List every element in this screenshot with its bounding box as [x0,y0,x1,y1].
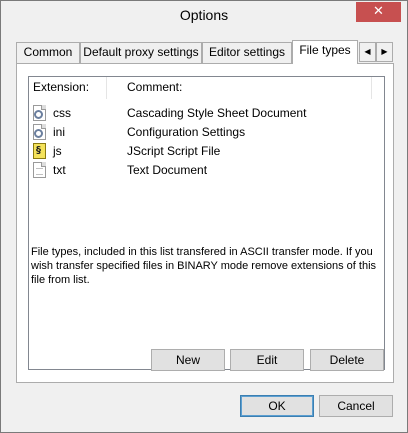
file-types-list[interactable]: Extension: Comment: css Cascading Style … [28,76,385,370]
column-header-comment[interactable]: Comment: [127,80,182,94]
window-title: Options [179,7,229,23]
column-header-extension[interactable]: Extension: [33,80,89,94]
comment-text: Text Document [127,163,208,177]
arrow-left-icon: ◀ [364,47,371,56]
jscript-file-icon: § [33,143,46,159]
column-divider[interactable] [371,77,372,99]
tab-scroll-right-button[interactable]: ▶ [376,42,393,62]
list-header: Extension: Comment: [29,77,384,99]
close-icon: ✕ [373,4,384,19]
tab-strip: Common Default proxy settings Editor set… [16,40,396,64]
tab-editor-settings[interactable]: Editor settings [202,42,292,63]
info-text: File types, included in this list transf… [31,246,377,286]
comment-text: Configuration Settings [127,125,246,139]
file-types-panel: Extension: Comment: css Cascading Style … [16,63,394,383]
tab-scroll-left-button[interactable]: ◀ [359,42,376,62]
config-file-icon [33,105,46,121]
text-file-icon [33,162,46,178]
list-item[interactable]: § js JScript Script File [29,142,384,161]
ok-button[interactable]: OK [240,395,314,417]
options-window: Options ✕ Common Default proxy settings … [0,0,408,433]
close-button[interactable]: ✕ [356,2,401,22]
list-item[interactable]: css Cascading Style Sheet Document [29,104,384,123]
extension-text: ini [53,125,66,139]
tab-default-proxy-settings[interactable]: Default proxy settings [80,42,202,63]
column-divider[interactable] [106,77,107,99]
comment-text: Cascading Style Sheet Document [127,106,307,120]
delete-button[interactable]: Delete [310,349,384,371]
comment-text: JScript Script File [127,144,221,158]
extension-text: js [53,144,62,158]
tab-file-types[interactable]: File types [292,40,358,64]
list-item[interactable]: ini Configuration Settings [29,123,384,142]
new-button[interactable]: New [151,349,225,371]
title-bar: Options ✕ [1,1,407,32]
edit-button[interactable]: Edit [230,349,304,371]
arrow-right-icon: ▶ [381,47,388,56]
extension-text: css [53,106,71,120]
tab-common[interactable]: Common [16,42,80,63]
config-file-icon [33,124,46,140]
extension-text: txt [53,163,66,177]
cancel-button[interactable]: Cancel [319,395,393,417]
list-item[interactable]: txt Text Document [29,161,384,180]
